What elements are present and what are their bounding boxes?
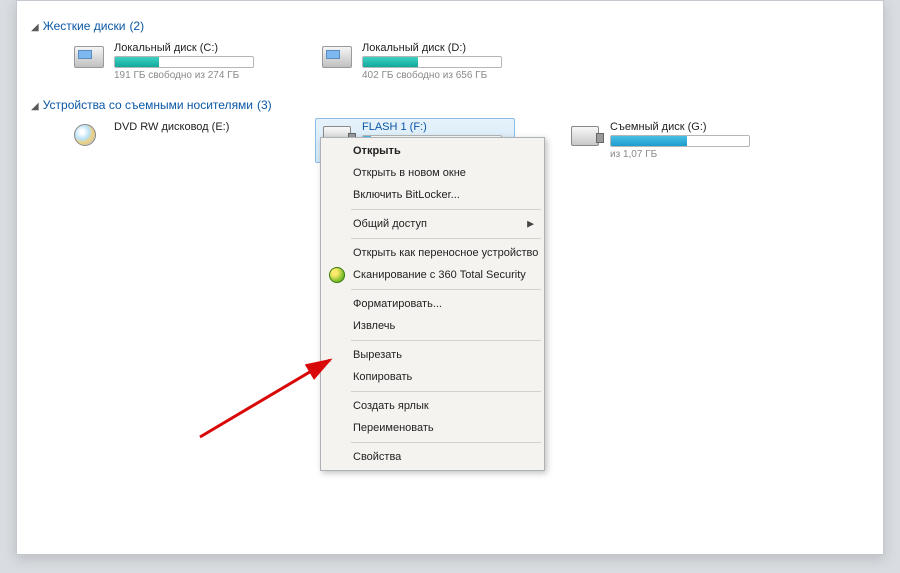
- drive-label: DVD RW дисковод (E:): [114, 121, 262, 133]
- menu-item-bitlocker[interactable]: Включить BitLocker...: [323, 184, 542, 206]
- menu-separator: [351, 209, 541, 210]
- menu-separator: [351, 289, 541, 290]
- group-title-hdd: Жесткие диски: [43, 19, 126, 33]
- drive-label: Съемный диск (G:): [610, 121, 758, 133]
- menu-item-label: Общий доступ: [353, 218, 427, 230]
- drive-label: FLASH 1 (F:): [362, 121, 510, 133]
- capacity-bar: [610, 135, 750, 147]
- drive-status: из 1,07 ГБ: [610, 149, 758, 160]
- group-header-removable[interactable]: ◢ Устройства со съемными носителями (3): [31, 98, 869, 112]
- drive-label: Локальный диск (C:): [114, 42, 262, 54]
- menu-separator: [351, 238, 541, 239]
- menu-item-eject[interactable]: Извлечь: [323, 315, 542, 337]
- menu-item-properties[interactable]: Свойства: [323, 446, 542, 468]
- total-security-icon: [329, 267, 345, 283]
- menu-item-open-portable[interactable]: Открыть как переносное устройство: [323, 242, 542, 264]
- hdd-icon: [72, 42, 106, 72]
- hdd-icon: [320, 42, 354, 72]
- drive-label: Локальный диск (D:): [362, 42, 510, 54]
- menu-item-label: Сканирование с 360 Total Security: [353, 269, 526, 281]
- usb-icon: [568, 121, 602, 151]
- drive-d[interactable]: Локальный диск (D:) 402 ГБ свободно из 6…: [315, 39, 515, 84]
- menu-item-sharing[interactable]: Общий доступ ▶: [323, 213, 542, 235]
- menu-item-format[interactable]: Форматировать...: [323, 293, 542, 315]
- context-menu: Открыть Открыть в новом окне Включить Bi…: [320, 137, 545, 471]
- hdd-row: Локальный диск (C:) 191 ГБ свободно из 2…: [67, 39, 869, 84]
- capacity-bar: [362, 56, 502, 68]
- group-header-hdd[interactable]: ◢ Жесткие диски (2): [31, 19, 869, 33]
- group-title-removable: Устройства со съемными носителями: [43, 98, 253, 112]
- drive-status: 402 ГБ свободно из 656 ГБ: [362, 70, 510, 81]
- drive-g[interactable]: Съемный диск (G:) из 1,07 ГБ: [563, 118, 763, 163]
- menu-item-create-shortcut[interactable]: Создать ярлык: [323, 395, 542, 417]
- menu-item-open-new-window[interactable]: Открыть в новом окне: [323, 162, 542, 184]
- menu-item-open[interactable]: Открыть: [323, 140, 542, 162]
- drive-dvd[interactable]: DVD RW дисковод (E:): [67, 118, 267, 154]
- menu-separator: [351, 391, 541, 392]
- menu-separator: [351, 340, 541, 341]
- group-count-hdd: (2): [129, 19, 144, 33]
- menu-separator: [351, 442, 541, 443]
- group-count-removable: (3): [257, 98, 272, 112]
- drive-c[interactable]: Локальный диск (C:) 191 ГБ свободно из 2…: [67, 39, 267, 84]
- submenu-arrow-icon: ▶: [527, 219, 534, 230]
- menu-item-copy[interactable]: Копировать: [323, 366, 542, 388]
- drive-status: 191 ГБ свободно из 274 ГБ: [114, 70, 262, 81]
- collapse-icon: ◢: [31, 101, 39, 112]
- dvd-icon: [72, 121, 106, 151]
- capacity-bar: [114, 56, 254, 68]
- menu-item-scan-360[interactable]: Сканирование с 360 Total Security: [323, 264, 542, 286]
- collapse-icon: ◢: [31, 22, 39, 33]
- menu-item-cut[interactable]: Вырезать: [323, 344, 542, 366]
- menu-item-rename[interactable]: Переименовать: [323, 417, 542, 439]
